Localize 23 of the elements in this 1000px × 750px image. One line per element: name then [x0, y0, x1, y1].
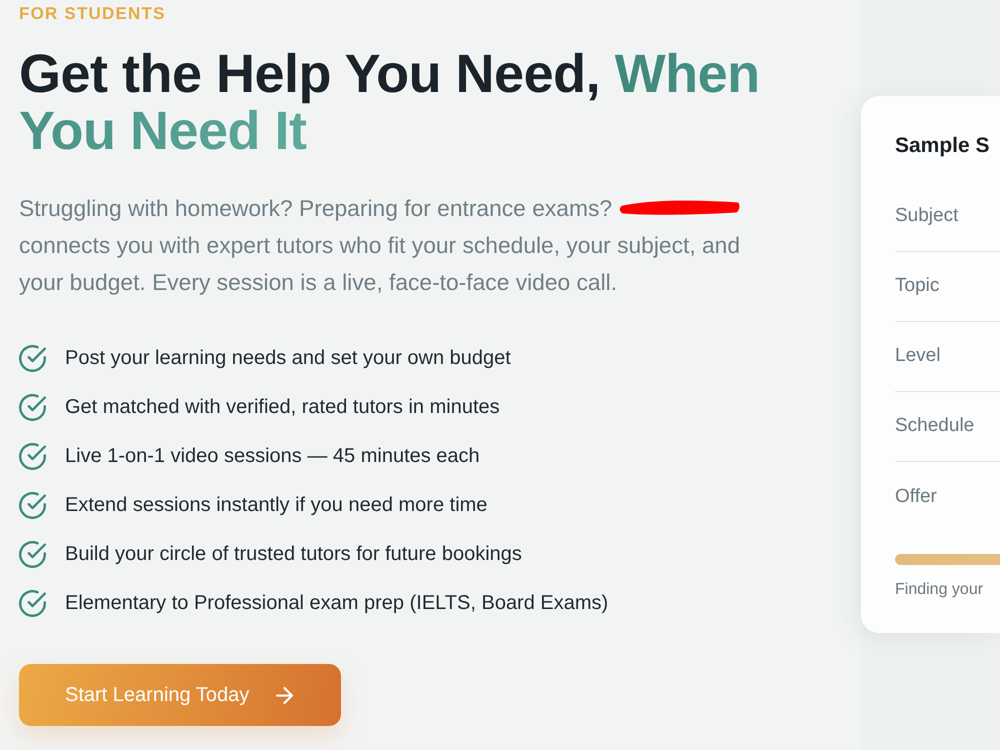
field-label: Offer	[895, 484, 937, 509]
check-circle-icon	[19, 492, 46, 519]
field-label: Subject	[895, 204, 958, 228]
feature-text: Extend sessions instantly if you need more time	[65, 493, 488, 518]
check-circle-icon	[19, 541, 46, 568]
field-label: Schedule	[895, 414, 974, 438]
card-title: Sample S	[895, 133, 990, 159]
arrow-right-icon	[276, 686, 294, 704]
feature-text: Post your learning needs and set your own budget	[65, 346, 511, 371]
check-circle-icon	[19, 590, 46, 617]
field-label: Topic	[895, 274, 940, 298]
feature-text: Live 1-on-1 video sessions — 45 minutes each	[65, 444, 480, 469]
feature-text: Get matched with verified, rated tutors in minutes	[65, 395, 500, 420]
section-eyebrow: FOR STUDENTS	[19, 4, 166, 24]
check-circle-icon	[19, 394, 46, 421]
check-circle-icon	[19, 443, 46, 470]
description-paragraph: Struggling with homework? Preparing for entrance exams? connects you with expert tutors who fit your schedule, your subject, and your budget. Every session is a live, face-to-face video call.	[19, 194, 742, 297]
check-circle-icon	[19, 345, 46, 372]
start-learning-button[interactable]: Start Learning Today	[19, 664, 341, 726]
feature-text: Elementary to Professional exam prep (IELTS, Board Exams)	[65, 591, 608, 616]
feature-text: Build your circle of trusted tutors for future bookings	[65, 542, 522, 567]
field-label: Level	[895, 344, 940, 368]
status-text: Finding your	[895, 580, 984, 600]
